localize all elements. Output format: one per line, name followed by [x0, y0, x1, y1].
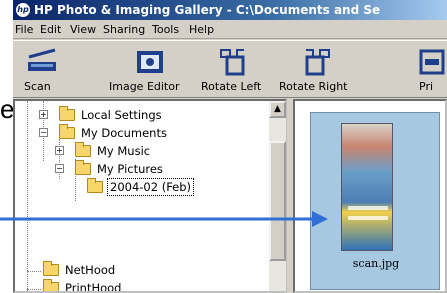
- rotate-right-label: Rotate Right: [279, 80, 348, 93]
- collapse-minus-icon[interactable]: −: [39, 128, 48, 137]
- scan-button[interactable]: Scan: [13, 41, 69, 99]
- menu-sharing[interactable]: Sharing: [103, 20, 145, 39]
- window-title: HP Photo & Imaging Gallery - C:\Document…: [34, 3, 381, 17]
- folder-tree: + Local Settings − My Documents + My Mus…: [13, 99, 287, 293]
- thumbnail-pane: scan.jpg: [293, 99, 447, 293]
- tree-line: [27, 289, 41, 290]
- folder-icon: [43, 279, 59, 291]
- rotate-left-label: Rotate Left: [201, 80, 262, 93]
- menu-tools[interactable]: Tools: [152, 20, 179, 39]
- rotate-left-icon: [220, 49, 245, 76]
- menu-bar: File Edit View Sharing Tools Help: [13, 20, 447, 39]
- open-folder-icon: [87, 178, 103, 193]
- rotate-right-icon: [305, 49, 330, 76]
- toolbar: Scan Image Editor Rotate Left Rotate Rig…: [13, 40, 447, 98]
- image-editor-icon: [137, 51, 163, 73]
- scanner-icon: [28, 48, 56, 71]
- print-button[interactable]: Pri: [403, 41, 447, 99]
- menu-file[interactable]: File: [15, 20, 33, 39]
- tree-line: [27, 101, 28, 291]
- image-editor-button[interactable]: Image Editor: [109, 41, 189, 99]
- menu-edit[interactable]: Edit: [40, 20, 61, 39]
- rotate-right-button[interactable]: Rotate Right: [279, 41, 359, 99]
- scroll-up-arrow-icon[interactable]: ▲: [269, 101, 286, 118]
- collapse-minus-icon[interactable]: −: [55, 164, 64, 173]
- image-editor-label: Image Editor: [109, 80, 180, 93]
- tree-scrollbar[interactable]: ▲: [269, 101, 286, 291]
- tree-line: [27, 271, 41, 272]
- annotation-arrow: [0, 211, 328, 227]
- rotate-left-button[interactable]: Rotate Left: [201, 41, 275, 99]
- app-window: hp HP Photo & Imaging Gallery - C:\Docum…: [13, 0, 447, 293]
- expand-plus-icon[interactable]: +: [55, 146, 64, 155]
- folder-icon: [59, 124, 75, 139]
- hp-logo-icon: hp: [15, 2, 31, 18]
- folder-icon: [75, 160, 91, 175]
- scan-label: Scan: [24, 80, 51, 93]
- photo-filename: scan.jpg: [352, 257, 400, 270]
- menu-view[interactable]: View: [70, 20, 96, 39]
- expand-plus-icon[interactable]: +: [39, 110, 48, 119]
- tree-line: [59, 139, 60, 179]
- print-icon: [419, 49, 445, 75]
- folder-icon: [59, 106, 75, 121]
- print-label: Pri: [419, 80, 434, 93]
- folder-icon: [43, 261, 59, 276]
- title-bar[interactable]: hp HP Photo & Imaging Gallery - C:\Docum…: [13, 0, 447, 20]
- menu-help[interactable]: Help: [189, 20, 214, 39]
- folder-icon: [75, 142, 91, 157]
